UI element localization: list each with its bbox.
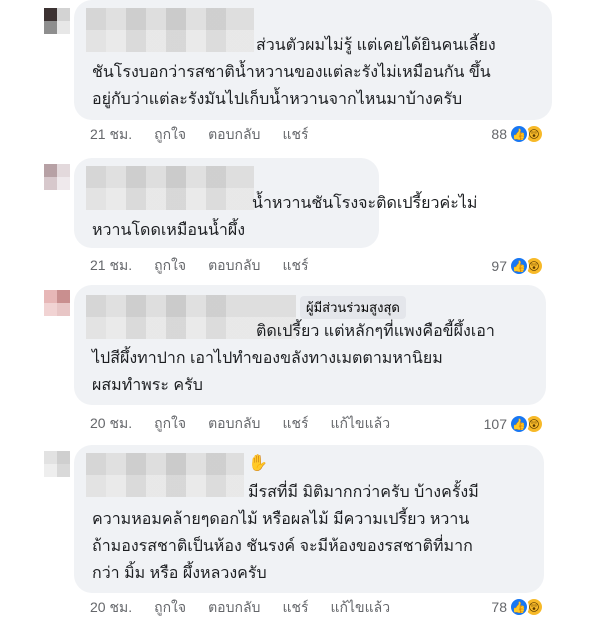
avatar-pixel <box>57 8 70 21</box>
like-link[interactable]: ถูกใจ <box>154 597 186 619</box>
timestamp[interactable]: 20 ชม. <box>90 413 132 435</box>
comment-text-line: ความหอมคล้ายๆดอกไม้ หรือผลไม้ มีความเปรี… <box>92 511 470 528</box>
reply-link[interactable]: ตอบกลับ <box>208 413 260 435</box>
reaction-summary[interactable]: 78 👍 😲 <box>491 597 544 617</box>
comment-text-line: มีรสที่มี มิติมากกว่าครับ บ้างครั้งมี <box>248 484 479 501</box>
avatar-pixel <box>44 21 57 34</box>
avatar[interactable] <box>44 451 70 477</box>
edited-label[interactable]: แก้ไขแล้ว <box>330 597 390 619</box>
like-reaction-icon: 👍 <box>509 256 529 276</box>
top-contributor-badge: ผู้มีส่วนร่วมสูงสุด <box>300 296 406 319</box>
reaction-count: 88 <box>491 126 507 142</box>
reaction-summary[interactable]: 97 👍 😲 <box>491 256 544 276</box>
reaction-count: 78 <box>491 599 507 615</box>
comment-text-line: ไปสีผึ้งทาปาก เอาไปทำของขลังทางเมตตามหาน… <box>92 350 443 367</box>
timestamp[interactable]: 21 ชม. <box>90 124 132 146</box>
reply-link[interactable]: ตอบกลับ <box>208 255 260 277</box>
avatar-pixel <box>44 303 57 316</box>
avatar-pixel <box>44 164 57 177</box>
avatar-pixel <box>57 164 70 177</box>
comment-text-line: อยู่กับว่าแต่ละรังมันไปเก็บน้ำหวานจากไหน… <box>92 91 463 108</box>
share-link[interactable]: แชร์ <box>282 597 308 619</box>
comment-text-line: ชันโรงบอกว่ารสชาติน้ำหวานของแต่ละรังไม่เ… <box>92 64 491 81</box>
comment-bubble: ส่วนตัวผมไม่รู้ แต่เคยได้ยินคนเลี้ยง ชัน… <box>74 0 552 120</box>
author-name-blurred[interactable] <box>86 166 254 210</box>
reaction-summary[interactable]: 88 👍 😲 <box>491 124 544 144</box>
reaction-count: 97 <box>491 258 507 274</box>
like-link[interactable]: ถูกใจ <box>154 255 186 277</box>
like-link[interactable]: ถูกใจ <box>154 413 186 435</box>
avatar[interactable] <box>44 8 70 34</box>
avatar-pixel <box>44 177 57 190</box>
avatar-pixel <box>44 8 57 21</box>
edited-label[interactable]: แก้ไขแล้ว <box>330 413 390 435</box>
raised-hand-icon: ✋ <box>248 455 268 472</box>
share-link[interactable]: แชร์ <box>282 255 308 277</box>
reaction-count: 107 <box>483 416 507 432</box>
avatar-pixel <box>44 451 57 464</box>
like-reaction-icon: 👍 <box>509 124 529 144</box>
like-reaction-icon: 👍 <box>509 414 529 434</box>
comment-bubble: ✋ มีรสที่มี มิติมากกว่าครับ บ้างครั้งมี … <box>74 445 544 593</box>
comment-text-line: กว่า มิ้ม หรือ ผึ้งหลวงครับ <box>92 565 267 582</box>
share-link[interactable]: แชร์ <box>282 124 308 146</box>
comment-text-line: ติดเปรี้ยว แต่หลักๆที่แพงคือขี้ผึ้งเอา <box>256 323 495 340</box>
comment-actions: 21 ชม. ถูกใจ ตอบกลับ แชร์ <box>90 125 330 145</box>
comment-text-line: หวานโดดเหมือนน้ำผึ้ง <box>92 222 246 239</box>
timestamp[interactable]: 20 ชม. <box>90 597 132 619</box>
avatar-pixel <box>57 177 70 190</box>
comment-actions: 21 ชม. ถูกใจ ตอบกลับ แชร์ <box>90 256 330 276</box>
avatar-pixel <box>44 464 57 477</box>
timestamp[interactable]: 21 ชม. <box>90 255 132 277</box>
comment-text-line: ถ้ามองรสชาติเป็นห้อง ชันรงค์ จะมีห้องของ… <box>92 538 473 555</box>
comment-text-line: น้ำหวานชันโรงจะติดเปรี้ยวค่ะไม่ <box>252 195 478 212</box>
comment-text-line: ส่วนตัวผมไม่รู้ แต่เคยได้ยินคนเลี้ยง <box>256 37 496 54</box>
reply-link[interactable]: ตอบกลับ <box>208 597 260 619</box>
comment-bubble: ผู้มีส่วนร่วมสูงสุด ติดเปรี้ยว แต่หลักๆท… <box>74 285 546 405</box>
avatar-pixel <box>44 290 57 303</box>
author-name-blurred[interactable] <box>86 453 244 497</box>
share-link[interactable]: แชร์ <box>282 413 308 435</box>
reply-link[interactable]: ตอบกลับ <box>208 124 260 146</box>
comment-text-line: ผสมทำพระ ครับ <box>92 377 203 394</box>
avatar-pixel <box>57 303 70 316</box>
avatar-pixel <box>57 290 70 303</box>
author-name-blurred[interactable] <box>86 8 254 52</box>
avatar-pixel <box>57 21 70 34</box>
avatar[interactable] <box>44 290 70 316</box>
comment-actions: 20 ชม. ถูกใจ ตอบกลับ แชร์ แก้ไขแล้ว <box>90 414 412 434</box>
avatar[interactable] <box>44 164 70 190</box>
like-reaction-icon: 👍 <box>509 597 529 617</box>
like-link[interactable]: ถูกใจ <box>154 124 186 146</box>
comment-bubble: น้ำหวานชันโรงจะติดเปรี้ยวค่ะไม่ หวานโดดเ… <box>74 158 477 248</box>
avatar-pixel <box>57 464 70 477</box>
comment-actions: 20 ชม. ถูกใจ ตอบกลับ แชร์ แก้ไขแล้ว <box>90 598 412 618</box>
reaction-summary[interactable]: 107 👍 😲 <box>484 414 544 434</box>
avatar-pixel <box>57 451 70 464</box>
